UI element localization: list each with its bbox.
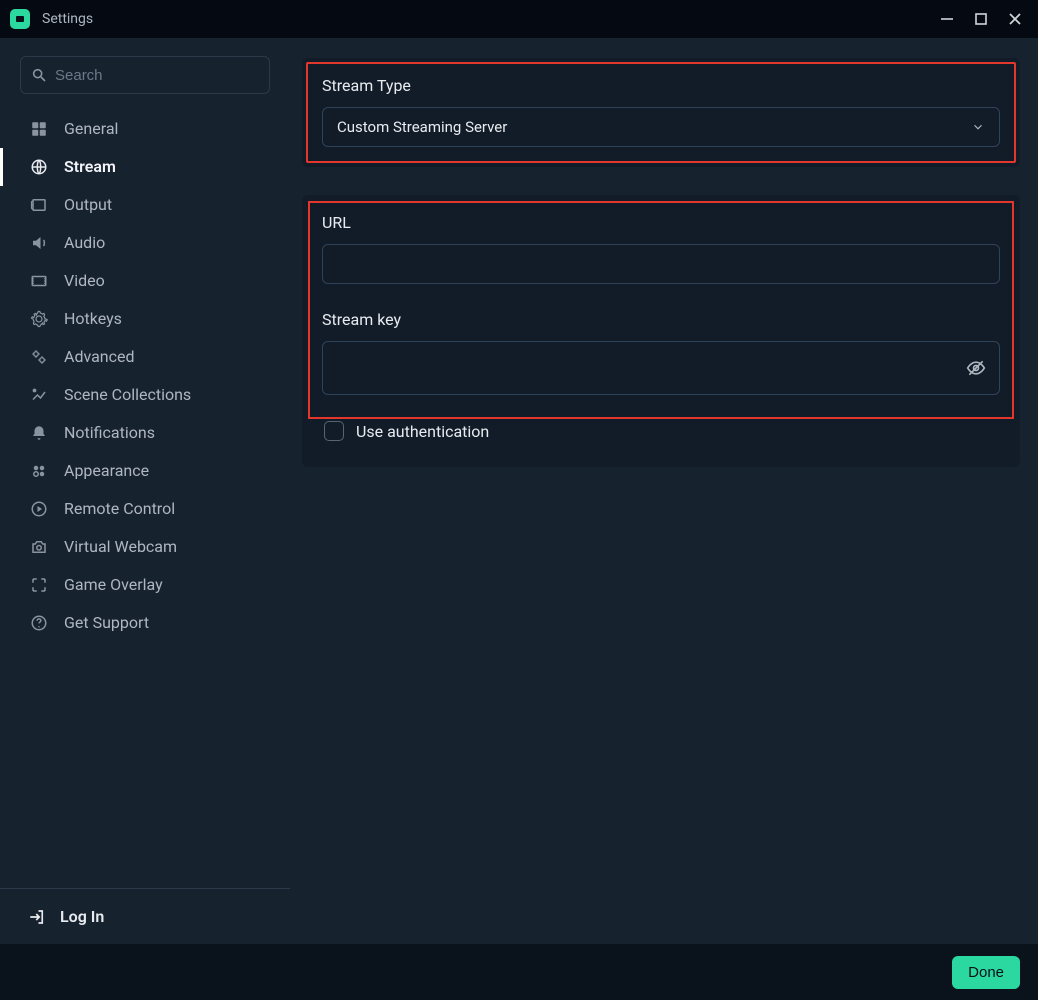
- content-area: Stream Type Custom Streaming Server URL …: [290, 38, 1038, 944]
- toggle-visibility-icon[interactable]: [963, 358, 989, 378]
- output-icon: [28, 194, 50, 216]
- stream-type-select[interactable]: Custom Streaming Server: [322, 107, 1000, 147]
- sidebar-item-label: General: [64, 119, 118, 140]
- stream-key-input[interactable]: [333, 360, 963, 377]
- scene-icon: [28, 384, 50, 406]
- login-label: Log In: [60, 907, 104, 926]
- use-auth-checkbox[interactable]: [324, 421, 344, 441]
- close-button[interactable]: [1008, 12, 1022, 26]
- sidebar-item-label: Hotkeys: [64, 309, 122, 330]
- sidebar-item-get-support[interactable]: Get Support: [0, 604, 290, 642]
- sidebar-item-label: Get Support: [64, 613, 149, 634]
- sidebar-item-label: Video: [64, 271, 105, 292]
- sidebar-item-label: Stream: [64, 157, 116, 178]
- url-label: URL: [322, 213, 1000, 232]
- use-auth-row[interactable]: Use authentication: [322, 417, 1000, 447]
- sidebar-item-output[interactable]: Output: [0, 186, 290, 224]
- gears-icon: [28, 346, 50, 368]
- titlebar: Settings: [0, 0, 1038, 38]
- sidebar-item-remote-control[interactable]: Remote Control: [0, 490, 290, 528]
- sidebar: General Stream Output Audio Video Hotkey…: [0, 38, 290, 944]
- sidebar-item-hotkeys[interactable]: Hotkeys: [0, 300, 290, 338]
- maximize-button[interactable]: [974, 12, 988, 26]
- sidebar-item-notifications[interactable]: Notifications: [0, 414, 290, 452]
- appearance-icon: [28, 460, 50, 482]
- use-auth-label: Use authentication: [356, 422, 489, 441]
- search-input[interactable]: [55, 67, 259, 84]
- sidebar-item-advanced[interactable]: Advanced: [0, 338, 290, 376]
- sidebar-item-audio[interactable]: Audio: [0, 224, 290, 262]
- sidebar-item-label: Virtual Webcam: [64, 537, 177, 558]
- gear-icon: [28, 308, 50, 330]
- url-input-wrapper[interactable]: [322, 244, 1000, 284]
- sidebar-item-label: Appearance: [64, 461, 149, 482]
- audio-icon: [28, 232, 50, 254]
- chevron-down-icon: [971, 120, 985, 134]
- grid-icon: [28, 118, 50, 140]
- sidebar-item-stream[interactable]: Stream: [0, 148, 290, 186]
- sidebar-item-label: Audio: [64, 233, 105, 254]
- sidebar-item-label: Scene Collections: [64, 385, 191, 406]
- sidebar-item-label: Remote Control: [64, 499, 175, 520]
- play-icon: [28, 498, 50, 520]
- done-button[interactable]: Done: [952, 956, 1020, 989]
- sidebar-item-video[interactable]: Video: [0, 262, 290, 300]
- stream-key-label: Stream key: [322, 310, 1000, 329]
- video-icon: [28, 270, 50, 292]
- sidebar-item-scene-collections[interactable]: Scene Collections: [0, 376, 290, 414]
- login-button[interactable]: Log In: [28, 907, 270, 926]
- sidebar-item-label: Game Overlay: [64, 575, 163, 596]
- sidebar-item-label: Advanced: [64, 347, 135, 368]
- help-icon: [28, 612, 50, 634]
- stream-type-panel: Stream Type Custom Streaming Server: [302, 58, 1020, 167]
- bottom-bar: Done: [0, 944, 1038, 1000]
- connection-panel: URL Stream key Use authentication: [302, 195, 1020, 467]
- camera-icon: [28, 536, 50, 558]
- bell-icon: [28, 422, 50, 444]
- sidebar-item-appearance[interactable]: Appearance: [0, 452, 290, 490]
- sidebar-item-game-overlay[interactable]: Game Overlay: [0, 566, 290, 604]
- globe-icon: [28, 156, 50, 178]
- stream-key-input-wrapper[interactable]: [322, 341, 1000, 395]
- app-icon: [10, 9, 30, 29]
- search-icon: [31, 67, 47, 83]
- minimize-button[interactable]: [940, 12, 954, 26]
- overlay-icon: [28, 574, 50, 596]
- sidebar-nav: General Stream Output Audio Video Hotkey…: [0, 110, 290, 642]
- stream-type-value: Custom Streaming Server: [337, 118, 507, 136]
- sidebar-item-general[interactable]: General: [0, 110, 290, 148]
- sidebar-item-virtual-webcam[interactable]: Virtual Webcam: [0, 528, 290, 566]
- window-title: Settings: [42, 11, 93, 27]
- search-input-wrapper[interactable]: [20, 56, 270, 94]
- stream-type-label: Stream Type: [322, 76, 1000, 95]
- login-icon: [28, 908, 46, 926]
- sidebar-item-label: Output: [64, 195, 112, 216]
- sidebar-item-label: Notifications: [64, 423, 155, 444]
- url-input[interactable]: [333, 256, 989, 273]
